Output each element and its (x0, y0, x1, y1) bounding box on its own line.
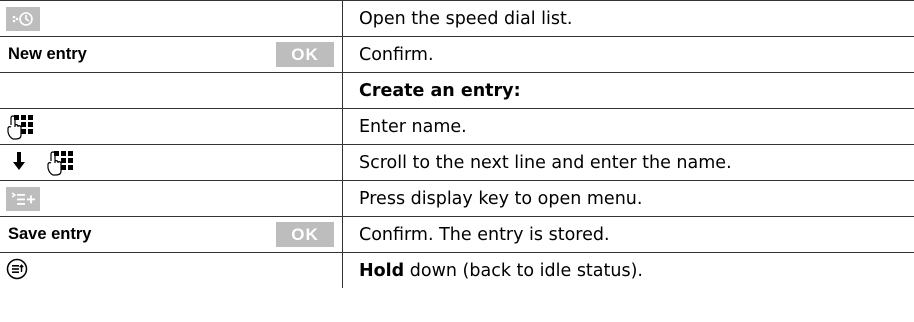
table-row: Hold down (back to idle status). (0, 252, 914, 288)
table-row: Enter name. (0, 108, 914, 145)
step-heading-cell: Create an entry: (342, 72, 914, 109)
menu-display-key-icon (6, 186, 40, 211)
table-row: Open the speed dial list. (0, 0, 914, 37)
keypad-icon (6, 113, 36, 141)
step-key-cell (0, 108, 343, 145)
step-action-cell: Open the speed dial list. (342, 0, 914, 37)
step-key-cell (0, 252, 343, 288)
step-action-cell: Confirm. (342, 36, 914, 73)
emphasis-text: Hold (359, 260, 405, 281)
table-row: New entry OK Confirm. (0, 36, 914, 73)
step-key-cell (0, 72, 343, 109)
step-key-cell: Save entry OK (0, 216, 343, 253)
step-action-cell: Confirm. The entry is stored. (342, 216, 914, 253)
arrow-down-icon (12, 151, 26, 175)
table-row: Save entry OK Confirm. The entry is stor… (0, 216, 914, 253)
step-action-cell: Enter name. (342, 108, 914, 145)
table-row: Create an entry: (0, 72, 914, 109)
table-row: Press display key to open menu. (0, 180, 914, 217)
ok-key: OK (276, 222, 334, 247)
step-action-cell: Hold down (back to idle status). (342, 252, 914, 288)
end-call-key-icon (6, 258, 28, 284)
speed-dial-key-icon (6, 6, 40, 31)
action-text: down (back to idle status). (404, 260, 643, 281)
step-key-cell: New entry OK (0, 36, 343, 73)
table-row: Scroll to the next line and enter the na… (0, 144, 914, 181)
step-action-cell: Press display key to open menu. (342, 180, 914, 217)
instruction-table: Open the speed dial list. New entry OK C… (0, 0, 914, 288)
step-action-cell: Scroll to the next line and enter the na… (342, 144, 914, 181)
step-key-cell (0, 180, 343, 217)
softkey-label: Save entry (8, 225, 92, 243)
ok-key: OK (276, 42, 334, 67)
keypad-icon (46, 149, 76, 177)
softkey-label: New entry (8, 45, 87, 63)
step-key-cell (0, 144, 343, 181)
step-key-cell (0, 0, 343, 37)
